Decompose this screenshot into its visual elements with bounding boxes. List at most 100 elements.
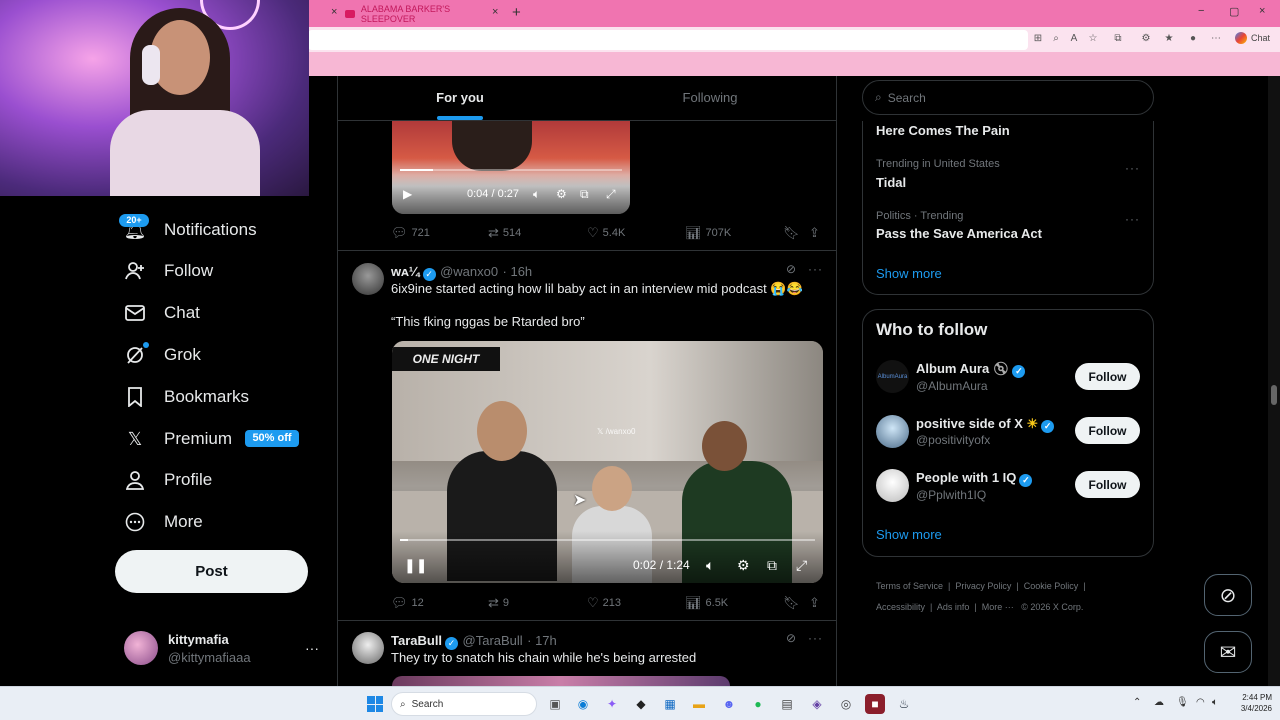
suggested-handle[interactable]: @Pplwith1IQ: [916, 488, 986, 502]
video-progress-track[interactable]: [400, 539, 815, 541]
volume-icon[interactable]: 🔈︎: [706, 557, 714, 574]
author-handle[interactable]: @TaraBull: [463, 633, 523, 648]
nav-profile[interactable]: Profile: [124, 466, 212, 494]
post-time[interactable]: · 17h: [527, 633, 557, 648]
footer-cookie[interactable]: Cookie Policy: [1024, 581, 1079, 591]
account-handle[interactable]: @kittymafiaaa: [168, 650, 251, 665]
taskbar-search[interactable]: ⌕ Search: [391, 692, 537, 716]
grok-float-button[interactable]: ⊘: [1204, 574, 1252, 616]
author-avatar[interactable]: [352, 632, 384, 664]
onedrive-icon[interactable]: ☁: [1154, 697, 1164, 708]
scrollbar-thumb[interactable]: [1271, 385, 1277, 405]
author-avatar[interactable]: [352, 263, 384, 295]
spotify-icon[interactable]: ●: [748, 694, 768, 714]
nav-chat[interactable]: Chat: [124, 299, 200, 327]
maximize-button[interactable]: ▢: [1229, 5, 1239, 18]
play-icon[interactable]: ▶: [403, 187, 412, 201]
reader-mode-icon[interactable]: ⊞: [1032, 33, 1044, 45]
close-window-button[interactable]: ×: [1259, 5, 1265, 17]
search-box[interactable]: ⌕ Search: [862, 80, 1154, 115]
nav-premium[interactable]: 𝕏 Premium: [124, 425, 232, 453]
microphone-icon[interactable]: 🎙︎: [1176, 697, 1189, 708]
video-progress-track[interactable]: [400, 169, 622, 171]
document-icon[interactable]: ▤: [777, 694, 797, 714]
trend-title[interactable]: Tidal: [876, 175, 906, 190]
trend-title[interactable]: Here Comes The Pain: [876, 123, 1010, 138]
obs-icon[interactable]: ■: [865, 694, 885, 714]
app-icon[interactable]: ◈: [807, 694, 827, 714]
post-button[interactable]: Post: [115, 550, 308, 593]
bookmark-button[interactable]: 🔖︎: [783, 595, 800, 611]
account-avatar[interactable]: [124, 631, 158, 665]
repost-button[interactable]: ⇄ 514: [488, 225, 521, 241]
tray-chevron-icon[interactable]: ⌃: [1133, 697, 1141, 708]
steam-icon[interactable]: ♨: [894, 694, 914, 714]
scrollbar[interactable]: [1268, 76, 1280, 686]
address-bar[interactable]: [308, 30, 1028, 50]
tab-following[interactable]: Following: [665, 90, 755, 105]
volume-tray-icon[interactable]: 🔈︎: [1212, 697, 1218, 708]
suggested-handle[interactable]: @AlbumAura: [916, 379, 988, 393]
repost-button[interactable]: ⇄ 9: [488, 595, 509, 611]
profile-icon[interactable]: ●: [1187, 33, 1199, 45]
copilot-chat-button[interactable]: Chat: [1235, 32, 1270, 44]
fullscreen-icon[interactable]: ⤢: [796, 557, 807, 574]
like-button[interactable]: ♡ 5.4K: [587, 225, 625, 241]
favorite-star-icon[interactable]: ☆: [1087, 33, 1099, 45]
pip-icon[interactable]: ⧉: [767, 557, 777, 574]
start-button[interactable]: [367, 696, 383, 712]
more-options-icon[interactable]: ···: [808, 631, 823, 645]
trend-title[interactable]: Pass the Save America Act: [876, 226, 1042, 241]
pause-icon[interactable]: ❚❚: [404, 557, 427, 574]
minimize-button[interactable]: −: [1198, 5, 1204, 17]
footer-accessibility[interactable]: Accessibility: [876, 602, 925, 612]
reply-button[interactable]: 💬︎ 721: [391, 225, 430, 241]
reply-button[interactable]: 💬︎ 12: [391, 595, 424, 611]
author-handle[interactable]: @wanxo0: [440, 264, 498, 279]
video-player[interactable]: ▶ 0:04 / 0:27 🔈︎ ⚙ ⧉ ⤢: [392, 121, 630, 214]
chat-float-button[interactable]: ✉: [1204, 631, 1252, 673]
wifi-icon[interactable]: ◠: [1196, 697, 1205, 708]
follow-button[interactable]: Follow: [1075, 417, 1140, 444]
footer-ads[interactable]: Ads info: [937, 602, 970, 612]
share-button[interactable]: ⇪: [809, 595, 820, 611]
account-name[interactable]: kittymafia: [168, 632, 229, 647]
share-button[interactable]: ⇪: [809, 225, 820, 241]
post-time[interactable]: · 16h: [503, 264, 533, 279]
settings-icon[interactable]: ⚙: [737, 557, 750, 574]
author-name[interactable]: TaraBull: [391, 633, 442, 648]
nav-bookmarks[interactable]: Bookmarks: [124, 383, 249, 411]
suggested-name[interactable]: People with 1 IQ ✓: [916, 470, 1033, 487]
suggested-avatar[interactable]: [876, 415, 909, 448]
extensions-icon[interactable]: ⚙: [1140, 33, 1152, 45]
fullscreen-icon[interactable]: ⤢: [606, 187, 616, 202]
video-player[interactable]: ONE NIGHT 𝕏 /wanxo0 ❚❚ 0:02 / 1:24 🔈︎ ⚙ …: [392, 341, 823, 583]
file-explorer-icon[interactable]: ▬: [689, 694, 709, 714]
split-screen-icon[interactable]: ⧉: [1112, 33, 1124, 45]
grok-icon[interactable]: ⊘: [786, 631, 796, 645]
copilot-app-icon[interactable]: ✦: [602, 694, 622, 714]
suggested-avatar[interactable]: [876, 469, 909, 502]
nav-more[interactable]: More: [124, 508, 203, 536]
like-button[interactable]: ♡ 213: [587, 595, 621, 611]
nav-grok[interactable]: Grok: [124, 341, 201, 369]
menu-dots-icon[interactable]: ⋯: [1210, 33, 1222, 45]
trend-more-icon[interactable]: ···: [1125, 161, 1140, 175]
store-icon[interactable]: ▦: [660, 694, 680, 714]
bookmark-button[interactable]: 🔖︎: [783, 225, 800, 241]
suggested-name[interactable]: Album Aura 💿︎ ✓: [916, 361, 1026, 378]
footer-privacy[interactable]: Privacy Policy: [955, 581, 1011, 591]
new-tab-button[interactable]: +: [512, 4, 521, 21]
tab-close-icon[interactable]: ×: [492, 6, 498, 18]
who-to-follow-show-more[interactable]: Show more: [876, 527, 942, 542]
author-name[interactable]: ᴡᴀ¼: [391, 264, 420, 279]
pip-icon[interactable]: ⧉: [580, 187, 589, 202]
favorites-icon[interactable]: ★: [1163, 33, 1175, 45]
volume-icon[interactable]: 🔈︎: [533, 187, 540, 202]
follow-button[interactable]: Follow: [1075, 363, 1140, 390]
settings-icon[interactable]: ⚙: [556, 187, 567, 201]
taskbar-clock[interactable]: 2:44 PM 3/4/2026: [1228, 692, 1272, 714]
suggested-avatar[interactable]: AlbumAura: [876, 360, 909, 393]
edge-icon[interactable]: ◉: [573, 694, 593, 714]
views-button[interactable]: 📊︎ 707K: [685, 225, 731, 241]
